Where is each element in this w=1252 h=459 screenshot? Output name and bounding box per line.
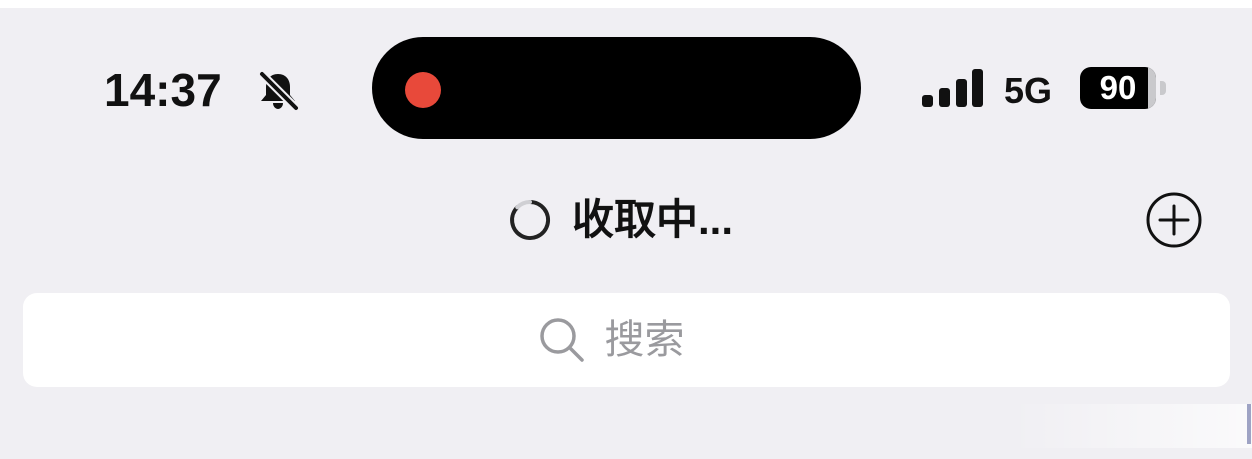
nav-title-group: 收取中... <box>508 193 733 247</box>
network-type-label: 5G <box>1004 70 1053 111</box>
search-icon <box>539 318 584 362</box>
search-placeholder: 搜索 <box>604 318 685 362</box>
bottom-fade <box>1010 404 1252 448</box>
battery-level: 90 <box>1099 69 1137 106</box>
status-time: 14:37 <box>104 64 222 116</box>
battery-icon: 90 <box>1080 67 1170 109</box>
search-input[interactable]: 搜索 <box>23 293 1230 387</box>
top-band <box>0 0 1252 8</box>
scroll-edge-indicator <box>1247 404 1251 444</box>
nav-title: 收取中... <box>572 196 734 243</box>
spinner-icon <box>510 199 551 240</box>
bell-slash-icon <box>258 70 300 112</box>
battery-cap <box>1160 81 1166 95</box>
battery-body: 90 <box>1080 67 1156 109</box>
signal-icon <box>922 69 983 107</box>
dynamic-island <box>372 37 861 139</box>
add-circle-icon[interactable] <box>1146 192 1202 248</box>
recording-dot-icon <box>405 72 441 108</box>
